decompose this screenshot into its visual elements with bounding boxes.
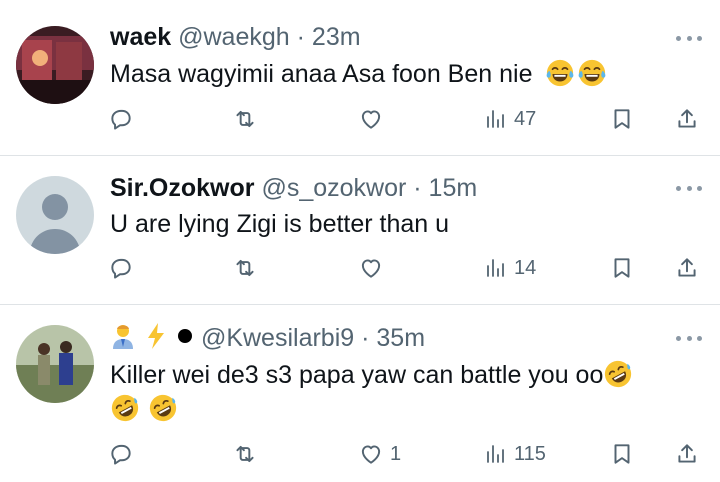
- action-bar: 14: [0, 253, 720, 283]
- retweet-button[interactable]: [232, 104, 258, 134]
- separator-dot: ·: [413, 174, 422, 202]
- more-options-icon[interactable]: [676, 183, 702, 193]
- more-options-icon[interactable]: [676, 33, 702, 43]
- views-count: 115: [514, 442, 546, 465]
- tweet-header: waek @waekgh · 23m: [110, 22, 361, 52]
- retweet-button[interactable]: [232, 253, 258, 283]
- like-button[interactable]: [358, 253, 384, 283]
- tweet-header: Sir.Ozokwor @s_ozokwor · 15m: [110, 173, 477, 203]
- action-bar: 1 115: [0, 439, 720, 469]
- views-button[interactable]: 115: [484, 439, 546, 469]
- bookmark-button[interactable]: [609, 253, 635, 283]
- more-options-icon[interactable]: [676, 333, 702, 343]
- tweet-text-content: U are lying Zigi is better than u: [110, 210, 450, 238]
- joy-emoji: [577, 58, 607, 88]
- timestamp[interactable]: 23m: [312, 23, 361, 51]
- user-handle[interactable]: @waekgh: [178, 23, 290, 51]
- share-icon: [674, 441, 700, 467]
- retweet-icon: [232, 255, 258, 281]
- retweet-icon: [232, 441, 258, 467]
- tweet-text-content: Killer wei de3 s3 papa yaw can battle yo…: [110, 361, 604, 389]
- like-button[interactable]: [358, 104, 384, 134]
- like-button[interactable]: 1: [358, 439, 401, 469]
- tweet[interactable]: @Kwesilarbi9 · 35m Killer wei de3 s3 pap…: [0, 305, 720, 482]
- separator-dot: ·: [361, 324, 370, 352]
- reply-button[interactable]: [108, 439, 134, 469]
- reply-button[interactable]: [108, 104, 134, 134]
- views-button[interactable]: 47: [484, 104, 536, 134]
- share-button[interactable]: [674, 104, 700, 134]
- views-icon: [484, 442, 508, 466]
- bookmark-button[interactable]: [609, 104, 635, 134]
- views-icon: [484, 107, 508, 131]
- display-name[interactable]: waek: [110, 23, 171, 51]
- share-icon: [674, 255, 700, 281]
- tweet-header: @Kwesilarbi9 · 35m: [110, 322, 425, 353]
- tweet-text: U are lying Zigi is better than u: [110, 207, 449, 241]
- share-button[interactable]: [674, 253, 700, 283]
- bookmark-icon: [609, 106, 635, 132]
- tweet-feed: waek @waekgh · 23m Masa wagyimii anaa As…: [0, 0, 720, 482]
- user-handle[interactable]: @s_ozokwor: [261, 174, 406, 202]
- avatar[interactable]: [16, 176, 94, 254]
- views-count: 47: [514, 107, 537, 130]
- heart-icon: [358, 255, 384, 281]
- share-icon: [674, 106, 700, 132]
- bookmark-icon: [609, 255, 635, 281]
- reply-button[interactable]: [108, 253, 134, 283]
- timestamp[interactable]: 35m: [376, 324, 425, 352]
- views-button[interactable]: 14: [484, 253, 536, 283]
- views-count: 14: [514, 256, 537, 279]
- lightning-emoji: [148, 323, 164, 349]
- user-handle[interactable]: @Kwesilarbi9: [201, 324, 354, 352]
- tweet-text-content: Masa wagyimii anaa Asa foon Ben nie: [110, 60, 533, 88]
- avatar[interactable]: [16, 26, 94, 104]
- display-name[interactable]: Sir.Ozokwor: [110, 174, 254, 202]
- timestamp[interactable]: 15m: [429, 174, 478, 202]
- rofl-emoji: [603, 359, 633, 389]
- bookmark-button[interactable]: [609, 439, 635, 469]
- tweet-text: Killer wei de3 s3 papa yaw can battle yo…: [110, 358, 635, 426]
- retweet-button[interactable]: [232, 439, 258, 469]
- tweet-text: Masa wagyimii anaa Asa foon Ben nie: [110, 57, 609, 91]
- retweet-icon: [232, 106, 258, 132]
- like-count: 1: [390, 442, 402, 465]
- reply-icon: [108, 255, 134, 281]
- heart-icon: [358, 106, 384, 132]
- tweet[interactable]: waek @waekgh · 23m Masa wagyimii anaa As…: [0, 0, 720, 155]
- views-icon: [484, 256, 508, 280]
- joy-emoji: [545, 58, 575, 88]
- tweet[interactable]: Sir.Ozokwor @s_ozokwor · 15m U are lying…: [0, 156, 720, 304]
- avatar[interactable]: [16, 325, 94, 403]
- name-emoji-icons: [110, 322, 194, 350]
- bookmark-icon: [609, 441, 635, 467]
- heart-icon: [358, 441, 384, 467]
- action-bar: 47: [0, 104, 720, 134]
- rofl-emoji: [110, 393, 140, 423]
- reply-icon: [108, 106, 134, 132]
- black-circle-emoji: [178, 329, 192, 343]
- reply-icon: [108, 441, 134, 467]
- rofl-emoji: [148, 393, 178, 423]
- share-button[interactable]: [674, 439, 700, 469]
- separator-dot: ·: [296, 23, 305, 51]
- man-office-worker-emoji: [113, 325, 133, 349]
